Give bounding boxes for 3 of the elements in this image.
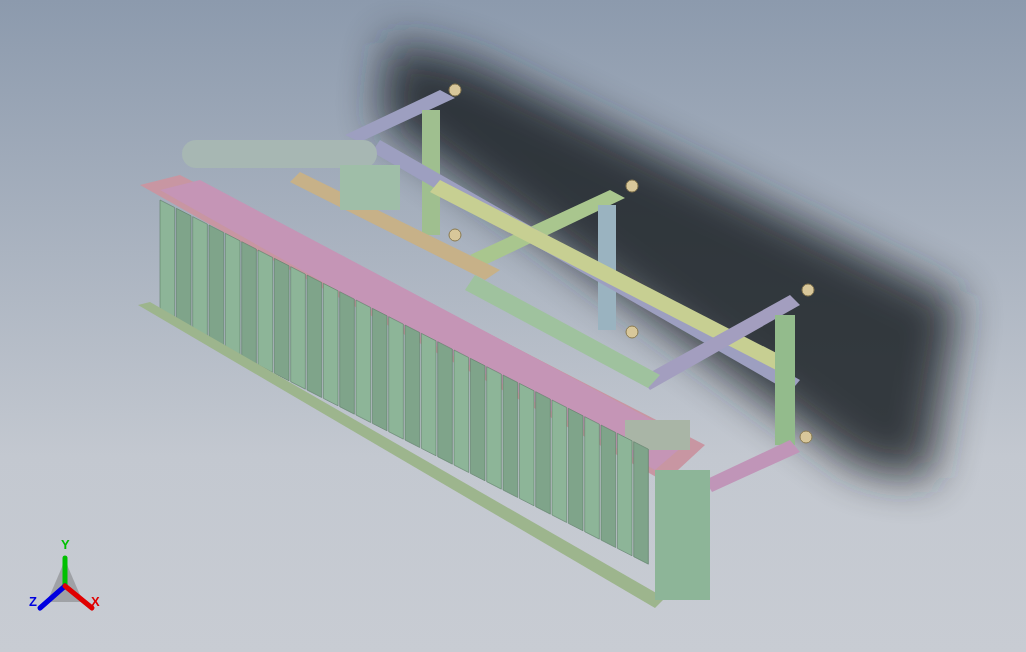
axis-label: Z [29, 595, 37, 608]
axis-label: X [91, 595, 100, 608]
axis-label: Y [61, 538, 70, 551]
